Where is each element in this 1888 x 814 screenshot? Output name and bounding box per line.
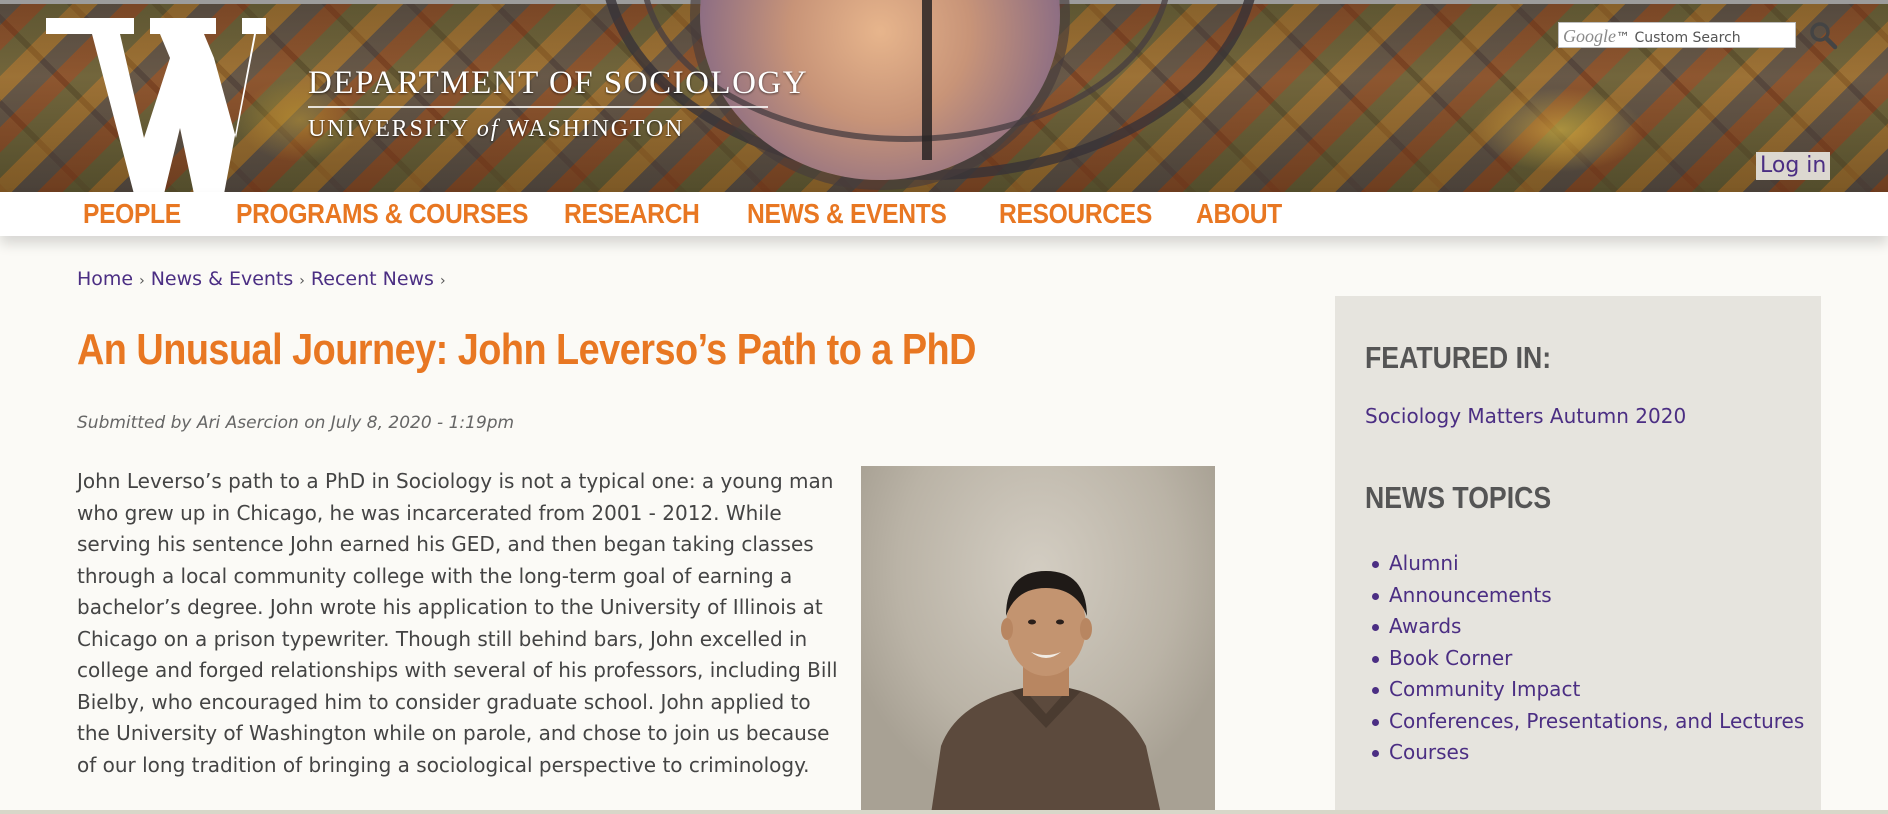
breadcrumb-news-events[interactable]: News & Events	[151, 268, 294, 290]
nav-programs-courses[interactable]: PROGRAMS & COURSES	[236, 196, 528, 232]
submitted-by: Submitted by Ari Asercion on July 8, 202…	[77, 413, 515, 433]
search-icon[interactable]	[1808, 20, 1838, 50]
nav-about[interactable]: ABOUT	[1196, 196, 1282, 232]
person-portrait	[931, 571, 1161, 814]
nav-news-events[interactable]: NEWS & EVENTS	[747, 196, 947, 232]
wordmark-divider	[308, 106, 768, 108]
nav-resources[interactable]: RESOURCES	[999, 196, 1152, 232]
news-topics-list: Alumni Announcements Awards Book Corner …	[1365, 548, 1805, 769]
featured-link[interactable]: Sociology Matters Autumn 2020	[1365, 404, 1686, 428]
topic-announcements[interactable]: Announcements	[1365, 580, 1805, 612]
window-bottom-edge	[0, 810, 1888, 814]
topic-alumni[interactable]: Alumni	[1365, 548, 1805, 580]
breadcrumb-recent-news[interactable]: Recent News	[311, 268, 434, 290]
news-topics-heading: NEWS TOPICS	[1365, 480, 1552, 515]
article-body: John Leverso’s path to a PhD in Sociolog…	[77, 469, 838, 777]
main-nav: PEOPLE PROGRAMS & COURSES RESEARCH NEWS …	[0, 192, 1888, 236]
department-wordmark[interactable]: DEPARTMENT OF SOCIOLOGY UNIVERSITY of WA…	[308, 64, 808, 144]
login-link[interactable]: Log in	[1756, 152, 1831, 180]
globe-axis	[922, 0, 932, 160]
university-name: UNIVERSITY of WASHINGTON	[308, 116, 685, 142]
breadcrumb-home[interactable]: Home	[77, 268, 133, 290]
featured-heading: FEATURED IN:	[1365, 340, 1552, 375]
breadcrumb-separator: ›	[299, 273, 305, 289]
header-banner: DEPARTMENT OF SOCIOLOGY UNIVERSITY of WA…	[0, 0, 1888, 192]
search-placeholder: Custom Search	[1634, 30, 1741, 46]
breadcrumb-separator: ›	[439, 273, 446, 289]
topic-community-impact[interactable]: Community Impact	[1365, 674, 1805, 706]
topic-awards[interactable]: Awards	[1365, 611, 1805, 643]
page-title: An Unusual Journey: John Leverso’s Path …	[77, 325, 976, 374]
breadcrumb-separator: ›	[139, 273, 145, 289]
department-name: DEPARTMENT OF SOCIOLOGY	[308, 65, 809, 101]
nav-people[interactable]: PEOPLE	[83, 196, 181, 232]
topic-courses[interactable]: Courses	[1365, 737, 1805, 769]
nav-research[interactable]: RESEARCH	[564, 196, 700, 232]
search-input[interactable]: Google™ Custom Search	[1558, 22, 1796, 48]
topic-book-corner[interactable]: Book Corner	[1365, 643, 1805, 675]
article-photo	[861, 466, 1215, 814]
topic-conferences[interactable]: Conferences, Presentations, and Lectures	[1365, 706, 1805, 738]
uw-w-logo[interactable]	[46, 18, 266, 192]
google-brand: Google	[1563, 26, 1616, 46]
sidebar: FEATURED IN: Sociology Matters Autumn 20…	[1335, 296, 1821, 814]
breadcrumb: Home › News & Events › Recent News ›	[77, 268, 452, 290]
